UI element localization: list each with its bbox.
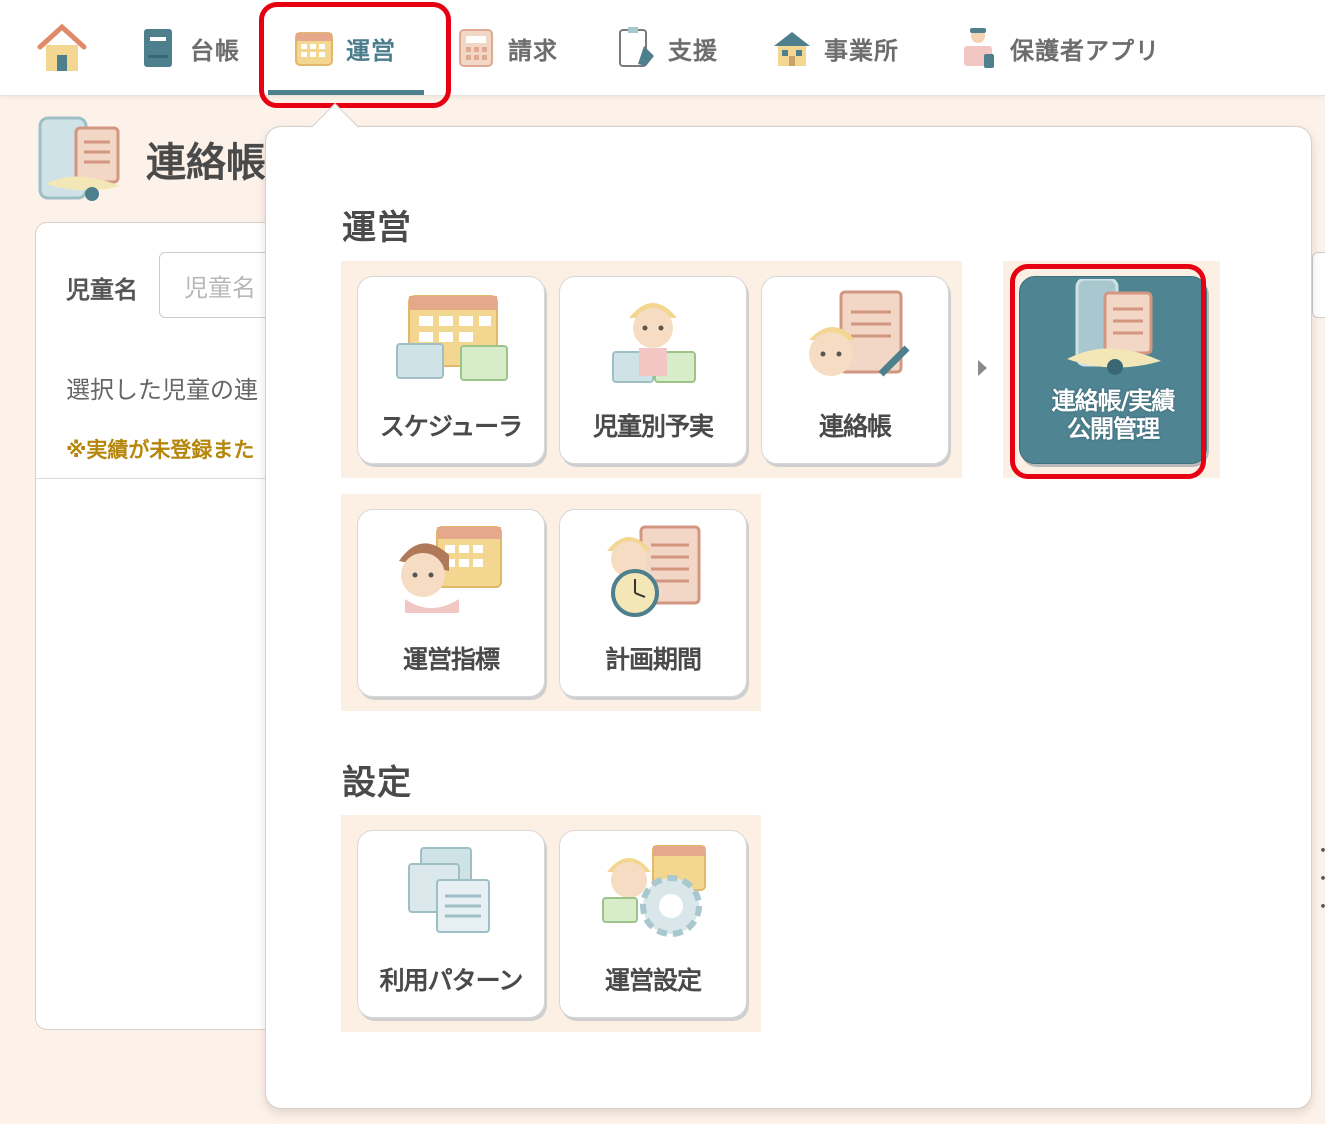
tile-label-operation-index: 運営指標	[402, 645, 500, 674]
tile-label-publish-line2: 公開管理	[1066, 415, 1160, 443]
clipboard-icon	[616, 25, 656, 71]
page-title: 連絡帳/実績公開管理	[146, 140, 266, 186]
tile-label-contact-book: 連絡帳	[818, 412, 892, 441]
tile-label-operation-settings: 運営設定	[604, 966, 702, 995]
tile-operation-settings[interactable]: 運営設定	[559, 830, 747, 1018]
guardian-app-icon	[958, 25, 998, 71]
nav-guardian-app[interactable]: 保護者アプリ	[958, 0, 1160, 96]
nav-ledger[interactable]: 台帳	[138, 0, 240, 96]
plan-period-icon	[588, 516, 718, 626]
calculator-icon	[456, 25, 496, 71]
tile-label-plan-period: 計画期間	[604, 645, 702, 674]
nav-label-operation: 運営	[346, 36, 396, 65]
child-name-label: 児童名	[66, 276, 138, 304]
nav-home[interactable]	[36, 0, 100, 96]
tile-label-publish-management: 連絡帳/実績 公開管理	[1051, 387, 1176, 443]
tile-scheduler[interactable]: スケジューラ	[357, 276, 545, 464]
child-plan-icon	[588, 283, 718, 393]
right-input-stub[interactable]	[1312, 252, 1325, 318]
section-heading-settings: 設定	[342, 763, 412, 803]
publish-management-icon	[1048, 277, 1178, 381]
arrow-right-icon	[978, 360, 987, 376]
nav-operation[interactable]: 運営	[294, 0, 396, 96]
usage-pattern-icon	[386, 837, 516, 947]
page-title-icon	[36, 116, 128, 208]
tile-operation-index[interactable]: 運営指標	[357, 509, 545, 697]
nav-label-billing: 請求	[508, 36, 558, 65]
nav-label-office: 事業所	[824, 36, 899, 65]
active-tab-indicator	[268, 90, 424, 95]
section-heading-operation: 運営	[342, 208, 412, 248]
tile-label-scheduler: スケジューラ	[379, 412, 523, 441]
home-icon	[36, 23, 88, 71]
nav-label-support: 支援	[668, 36, 718, 65]
ledger-icon	[138, 25, 178, 71]
nav-label-ledger: 台帳	[190, 36, 240, 65]
tile-plan-period[interactable]: 計画期間	[559, 509, 747, 697]
operation-settings-icon	[588, 837, 718, 947]
tile-label-child-plan: 児童別予実	[592, 412, 714, 441]
nav-support[interactable]: 支援	[616, 0, 718, 96]
tile-child-plan[interactable]: 児童別予実	[559, 276, 747, 464]
nav-label-guardian-app: 保護者アプリ	[1010, 36, 1160, 65]
operation-index-icon	[386, 516, 516, 626]
filter-panel	[35, 222, 295, 1030]
office-icon	[772, 25, 812, 71]
tile-label-usage-pattern: 利用パターン	[379, 966, 524, 995]
tile-publish-management[interactable]: 連絡帳/実績 公開管理	[1019, 276, 1207, 464]
nav-office[interactable]: 事業所	[772, 0, 899, 96]
nav-billing[interactable]: 請求	[456, 0, 558, 96]
right-edge-text: ・・・	[1314, 838, 1325, 922]
tile-contact-book[interactable]: 連絡帳	[761, 276, 949, 464]
top-nav: 台帳 運営 請求 支援 事業所 保護者アプリ	[0, 0, 1325, 96]
tile-usage-pattern[interactable]: 利用パターン	[357, 830, 545, 1018]
calendar-icon	[294, 25, 334, 71]
scheduler-icon	[386, 283, 516, 393]
contact-book-icon	[790, 283, 920, 393]
unregistered-note: ※実績が未登録また	[66, 438, 255, 462]
panel-divider	[36, 478, 294, 479]
tile-label-publish-line1: 連絡帳/実績	[1051, 387, 1176, 415]
selected-child-text: 選択した児童の連	[66, 376, 258, 404]
